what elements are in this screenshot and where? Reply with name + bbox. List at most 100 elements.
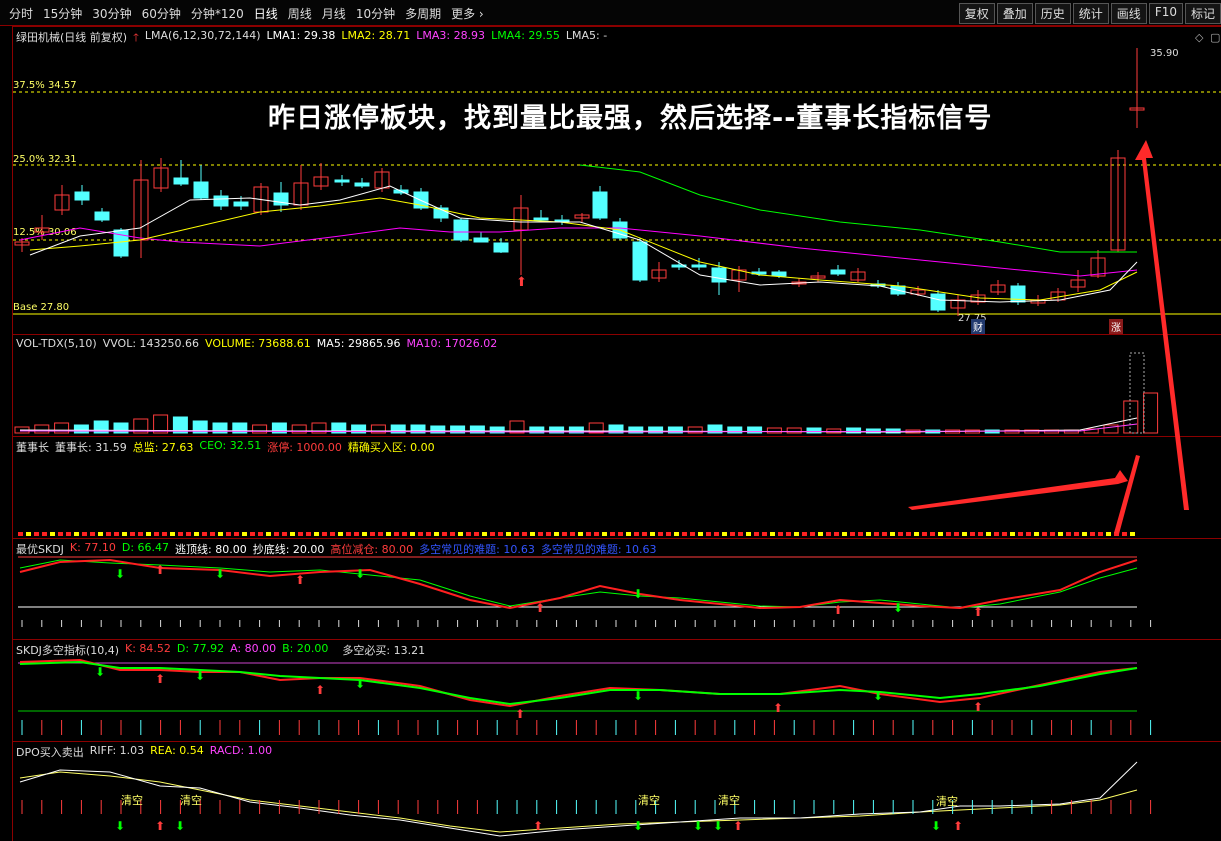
signal-dot <box>1058 532 1063 536</box>
candle-body <box>193 181 209 199</box>
signal-dot <box>762 532 767 536</box>
signal-dot <box>994 532 999 536</box>
signal-dot <box>514 532 519 536</box>
candle-body <box>930 293 946 311</box>
sell-arrow-icon: ⬇ <box>95 665 105 679</box>
signal-dot <box>674 532 679 536</box>
candle-body <box>493 242 509 253</box>
signal-dot <box>290 532 295 536</box>
signal-dot <box>1098 532 1103 536</box>
signal-dot <box>450 532 455 536</box>
signal-dot <box>282 532 287 536</box>
signal-dot <box>506 532 511 536</box>
volume-bar <box>766 427 782 434</box>
signal-dot <box>698 532 703 536</box>
signal-dot <box>490 532 495 536</box>
signal-dot <box>362 532 367 536</box>
volume-bar <box>806 427 822 434</box>
signal-dot <box>802 532 807 536</box>
signal-dot <box>554 532 559 536</box>
signal-dot <box>610 532 615 536</box>
signal-dot <box>218 532 223 536</box>
signal-dot <box>906 532 911 536</box>
signal-dot <box>314 532 319 536</box>
signal-dot <box>938 532 943 536</box>
signal-dot <box>922 532 927 536</box>
sell-arrow-icon: ⬇ <box>713 819 723 833</box>
buy-arrow-icon: ⬆ <box>773 701 783 715</box>
signal-dot <box>258 532 263 536</box>
signal-dot <box>722 532 727 536</box>
annotation-text: 昨日涨停板块，找到量比最强，然后选择--董事长指标信号 <box>268 103 993 134</box>
buy-arrow-icon: ⬆ <box>973 700 983 714</box>
signal-dot <box>106 532 111 536</box>
signal-dot <box>306 532 311 536</box>
signal-dot <box>274 532 279 536</box>
signal-dot <box>1074 532 1079 536</box>
buy-arrow-icon: ⬆ <box>953 819 963 833</box>
annotation-arrow-shape <box>1114 455 1140 534</box>
signal-dot <box>978 532 983 536</box>
sell-arrow-icon: ⬇ <box>215 567 225 581</box>
signal-dot <box>18 532 23 536</box>
volume-bar <box>826 428 842 434</box>
candle-body <box>334 179 350 183</box>
signal-dot <box>466 532 471 536</box>
signal-dot <box>810 532 815 536</box>
signal-dot <box>194 532 199 536</box>
buy-arrow-icon: ⬆ <box>515 707 525 721</box>
signal-dot <box>1130 532 1135 536</box>
signal-dot <box>346 532 351 536</box>
sell-arrow-icon: ⬇ <box>633 819 643 833</box>
signal-dot <box>1050 532 1055 536</box>
buy-arrow-icon: ⬆ <box>833 603 843 617</box>
signal-dot <box>82 532 87 536</box>
signal-dot <box>394 532 399 536</box>
skdj1-d-line <box>19 559 1138 609</box>
candle-body <box>533 217 549 221</box>
volume-bar <box>786 427 802 434</box>
signal-dot <box>538 532 543 536</box>
signal-dot <box>186 532 191 536</box>
signal-dot <box>90 532 95 536</box>
signal-dot <box>498 532 503 536</box>
signal-dot <box>754 532 759 536</box>
buy-arrow-icon: ⬆ <box>516 275 527 290</box>
sell-arrow-icon: ⬇ <box>633 689 643 703</box>
lma4-line <box>579 164 1137 253</box>
signal-dot <box>146 532 151 536</box>
signal-dot <box>730 532 735 536</box>
signal-dot <box>434 532 439 536</box>
signal-dot <box>738 532 743 536</box>
signal-dot <box>586 532 591 536</box>
candle-body <box>830 269 846 275</box>
signal-dot <box>122 532 127 536</box>
signal-dot <box>242 532 247 536</box>
candle-body <box>233 201 249 207</box>
sell-arrow-icon: ⬇ <box>115 567 125 581</box>
buy-arrow-icon: ⬆ <box>315 683 325 697</box>
signal-dot <box>178 532 183 536</box>
sell-arrow-icon: ⬇ <box>873 689 883 703</box>
sell-arrow-icon: ⬇ <box>893 601 903 615</box>
clear-signal-label: 清空 <box>718 794 740 807</box>
signal-dot <box>410 532 415 536</box>
candle-body <box>173 177 189 185</box>
signal-dot <box>210 532 215 536</box>
signal-dot <box>850 532 855 536</box>
signal-dot <box>714 532 719 536</box>
signal-dot <box>162 532 167 536</box>
signal-dot <box>1042 532 1047 536</box>
clear-signal-label: 清空 <box>121 794 143 807</box>
signal-dot <box>418 532 423 536</box>
sell-arrow-icon: ⬇ <box>931 819 941 833</box>
volume-forecast-bar <box>1129 352 1145 434</box>
skdj2-d-line <box>19 660 1138 706</box>
signal-dot <box>578 532 583 536</box>
signal-dot <box>946 532 951 536</box>
lma3-line <box>19 227 1138 277</box>
signal-dot <box>626 532 631 536</box>
signal-dot <box>1122 532 1127 536</box>
annotation-arrow-shape <box>1135 140 1189 510</box>
signal-dot <box>594 532 599 536</box>
